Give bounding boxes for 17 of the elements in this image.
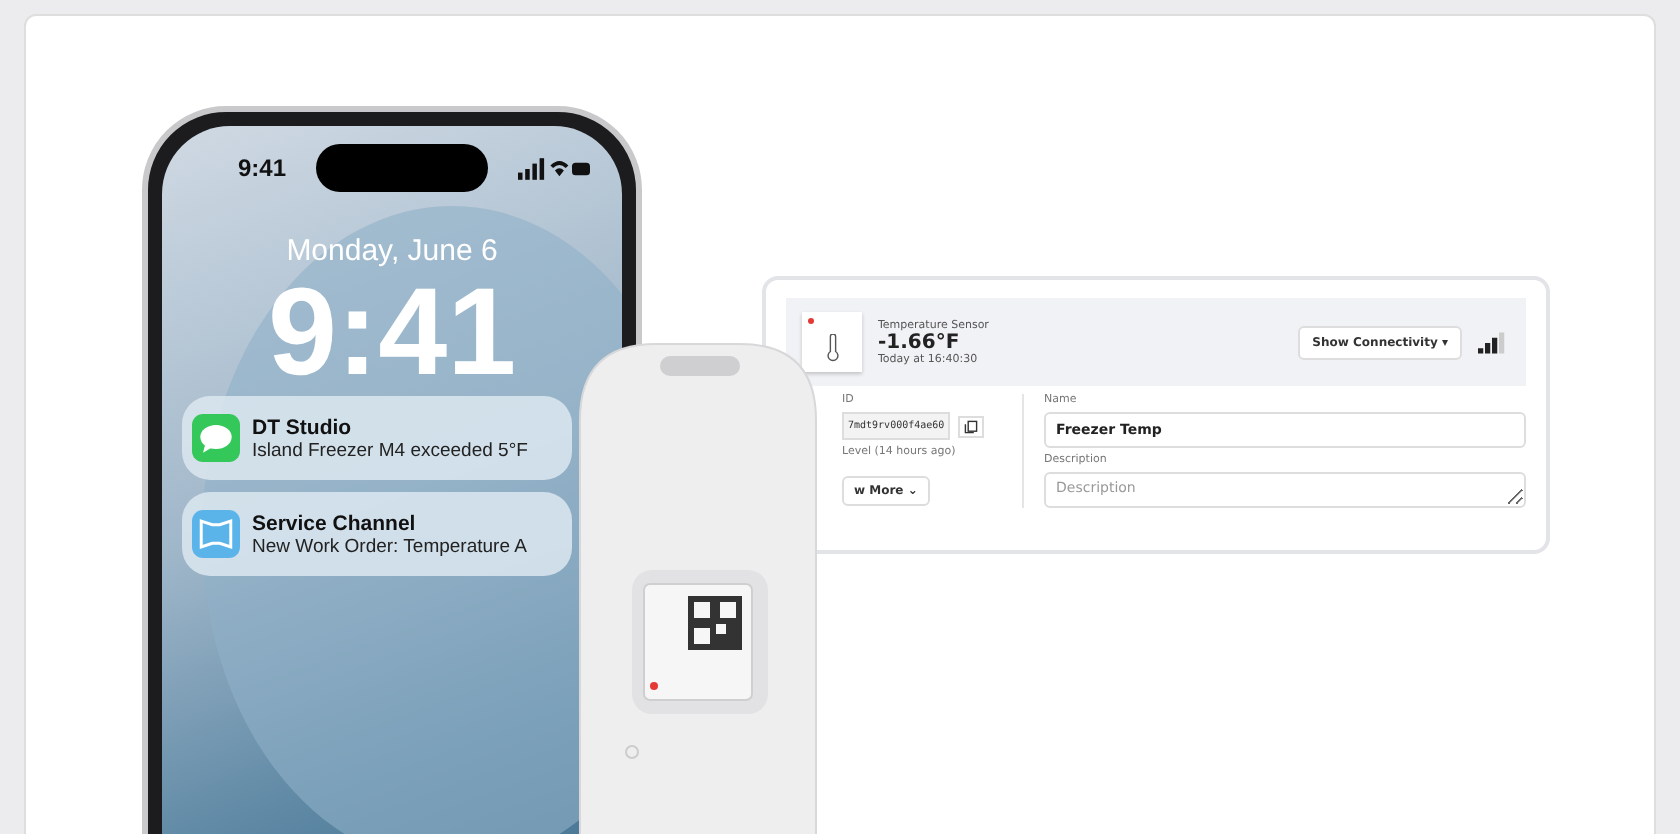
- lock-screen-date: Monday, June 6: [284, 234, 500, 268]
- notification-title: Service Channel: [252, 511, 418, 535]
- notification[interactable]: DT Studio Island Freezer M4 exceeded 5°F: [182, 396, 572, 480]
- copy-button[interactable]: [958, 415, 985, 437]
- notification[interactable]: Service Channel New Work Order: Temperature A: [182, 492, 572, 576]
- notification-text: New Work Order: Temperature A: [252, 535, 527, 557]
- notification-text: Island Freezer M4 exceeded 5°F: [252, 439, 528, 461]
- copy-icon: [964, 419, 979, 433]
- notification-title: DT Studio: [252, 415, 354, 439]
- status-time: 9:41: [238, 154, 287, 182]
- temperature-reading: -1.66°F: [878, 331, 962, 353]
- status-icons: [518, 157, 590, 179]
- thermometer-icon: [825, 334, 839, 362]
- frame-icon: [192, 510, 240, 558]
- chat-bubble-icon: [192, 414, 240, 462]
- lock-screen-clock: 9:41: [265, 272, 519, 396]
- signal-icon: [1478, 331, 1506, 353]
